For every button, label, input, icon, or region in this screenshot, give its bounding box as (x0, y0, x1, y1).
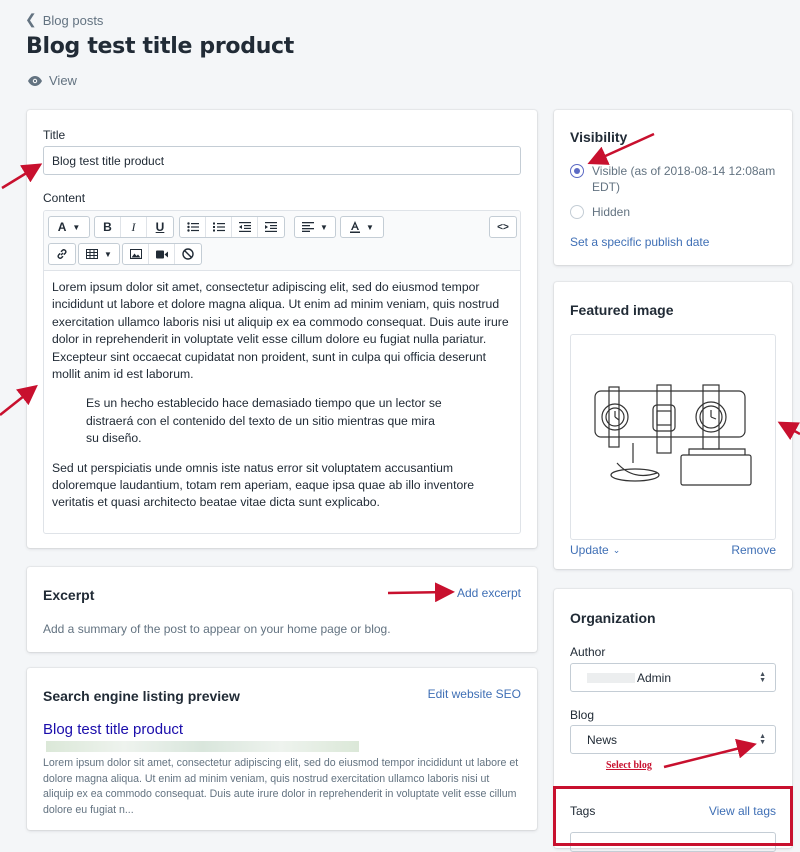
update-link: Update (570, 543, 609, 557)
insert-video-button[interactable] (149, 244, 175, 264)
italic-button[interactable]: I (121, 217, 147, 237)
insert-link-button[interactable] (49, 244, 75, 264)
organization-title: Organization (570, 610, 656, 626)
blog-select[interactable]: News ▲ ▼ (570, 725, 776, 754)
caret-down-icon: ▼ (320, 222, 328, 232)
back-link-label: Blog posts (42, 13, 104, 28)
editor-content-area[interactable]: Lorem ipsum dolor sit amet, consectetur … (44, 271, 520, 532)
organization-card: Organization Author Admin ▲ ▼ Blog News ▲… (554, 589, 792, 789)
content-paragraph: Lorem ipsum dolor sit amet, consectetur … (52, 280, 509, 382)
edit-seo-link[interactable]: Edit website SEO (428, 687, 521, 701)
content-blockquote: Es un hecho establecido hace demasiado t… (86, 396, 442, 446)
caret-down-icon: ▼ (366, 222, 374, 232)
image-icon (129, 249, 142, 259)
visible-radio[interactable] (570, 164, 584, 178)
set-publish-date-link[interactable]: Set a specific publish date (570, 235, 709, 249)
hidden-option[interactable]: Hidden (570, 204, 630, 220)
bullet-list-icon (186, 222, 199, 232)
bulleted-list-button[interactable] (180, 217, 206, 237)
table-icon (86, 249, 99, 259)
author-name-redacted (587, 672, 635, 683)
tags-highlight-box (553, 786, 793, 846)
link-icon (57, 249, 67, 259)
align-left-icon (302, 222, 315, 232)
excerpt-card: Excerpt Add excerpt Add a summary of the… (27, 567, 537, 652)
hidden-option-label: Hidden (592, 205, 631, 219)
blog-label: Blog (570, 708, 595, 722)
featured-image-card: Featured image Update ⌄ Remove (554, 282, 792, 569)
author-value: Admin (637, 670, 672, 685)
video-icon (155, 250, 168, 258)
font-style-dropdown[interactable]: A ▼ (49, 217, 89, 237)
watches-illustration (594, 384, 752, 486)
select-caret-icon: ▲ ▼ (759, 732, 766, 746)
select-blog-annotation: Select blog (606, 760, 652, 771)
chevron-down-icon: ⌄ (612, 545, 621, 555)
seo-title: Search engine listing preview (43, 688, 240, 704)
remove-image-link[interactable]: Remove (731, 543, 776, 557)
visibility-card: Visibility Visible (as of 2018-08-14 12:… (554, 110, 792, 265)
editor-toolbar: A ▼ B I U ▼ ▼ <> ▼ (44, 211, 520, 271)
indent-button[interactable] (258, 217, 284, 237)
visibility-title: Visibility (570, 129, 628, 145)
bold-button[interactable]: B (95, 217, 121, 237)
eye-icon (28, 75, 42, 86)
clear-formatting-icon (182, 248, 194, 260)
seo-preview-card: Search engine listing preview Edit websi… (27, 668, 537, 830)
numbered-list-icon (212, 222, 225, 232)
caret-down-icon: ▼ (72, 222, 81, 232)
outdent-icon (238, 222, 251, 232)
page-title: Blog test title product (26, 34, 295, 59)
visible-option[interactable]: Visible (as of 2018-08-14 12:08am EDT) (570, 163, 780, 195)
author-select[interactable]: Admin ▲ ▼ (570, 663, 776, 692)
chevron-left-icon: ❮ (25, 11, 37, 27)
text-color-icon (350, 221, 361, 233)
seo-preview-url-redacted (46, 741, 359, 752)
update-image-dropdown[interactable]: Update ⌄ (570, 543, 620, 557)
featured-image-title: Featured image (570, 302, 674, 318)
featured-image-preview[interactable] (570, 334, 776, 540)
font-style-label: A (57, 220, 67, 234)
clear-formatting-button[interactable] (175, 244, 201, 264)
caret-down-icon: ▼ (104, 249, 112, 259)
author-label: Author (570, 645, 606, 659)
underline-button[interactable]: U (147, 217, 173, 237)
content-paragraph: Sed ut perspiciatis unde omnis iste natu… (52, 460, 475, 510)
excerpt-help-text: Add a summary of the post to appear on y… (43, 622, 391, 636)
back-link-blog-posts[interactable]: ❮ Blog posts (25, 11, 104, 29)
html-source-button[interactable]: <> (490, 217, 516, 237)
blog-value: News (587, 732, 618, 747)
indent-icon (265, 222, 277, 232)
excerpt-title: Excerpt (43, 587, 95, 603)
insert-image-button[interactable] (123, 244, 149, 264)
view-link[interactable]: View (28, 73, 77, 88)
add-excerpt-link[interactable]: Add excerpt (457, 586, 521, 600)
view-label: View (49, 73, 77, 88)
outdent-button[interactable] (232, 217, 258, 237)
select-caret-icon: ▲ ▼ (759, 670, 766, 684)
post-main-card: Title Blog test title product Content A ▼… (27, 110, 537, 548)
title-input[interactable]: Blog test title product (43, 146, 521, 175)
hidden-radio[interactable] (570, 205, 584, 219)
visible-option-label: Visible (as of 2018-08-14 12:08am EDT) (592, 164, 776, 194)
seo-preview-description: Lorem ipsum dolor sit amet, consectetur … (43, 757, 519, 816)
insert-table-dropdown[interactable]: ▼ (79, 244, 119, 264)
content-editor: A ▼ B I U ▼ ▼ <> ▼ Lorem ipsum dolor sit… (43, 210, 521, 534)
title-label: Title (43, 128, 66, 142)
align-dropdown[interactable]: ▼ (295, 217, 335, 237)
content-label: Content (43, 191, 86, 205)
numbered-list-button[interactable] (206, 217, 232, 237)
seo-preview-title: Blog test title product (43, 721, 184, 738)
text-color-dropdown[interactable]: ▼ (341, 217, 383, 237)
